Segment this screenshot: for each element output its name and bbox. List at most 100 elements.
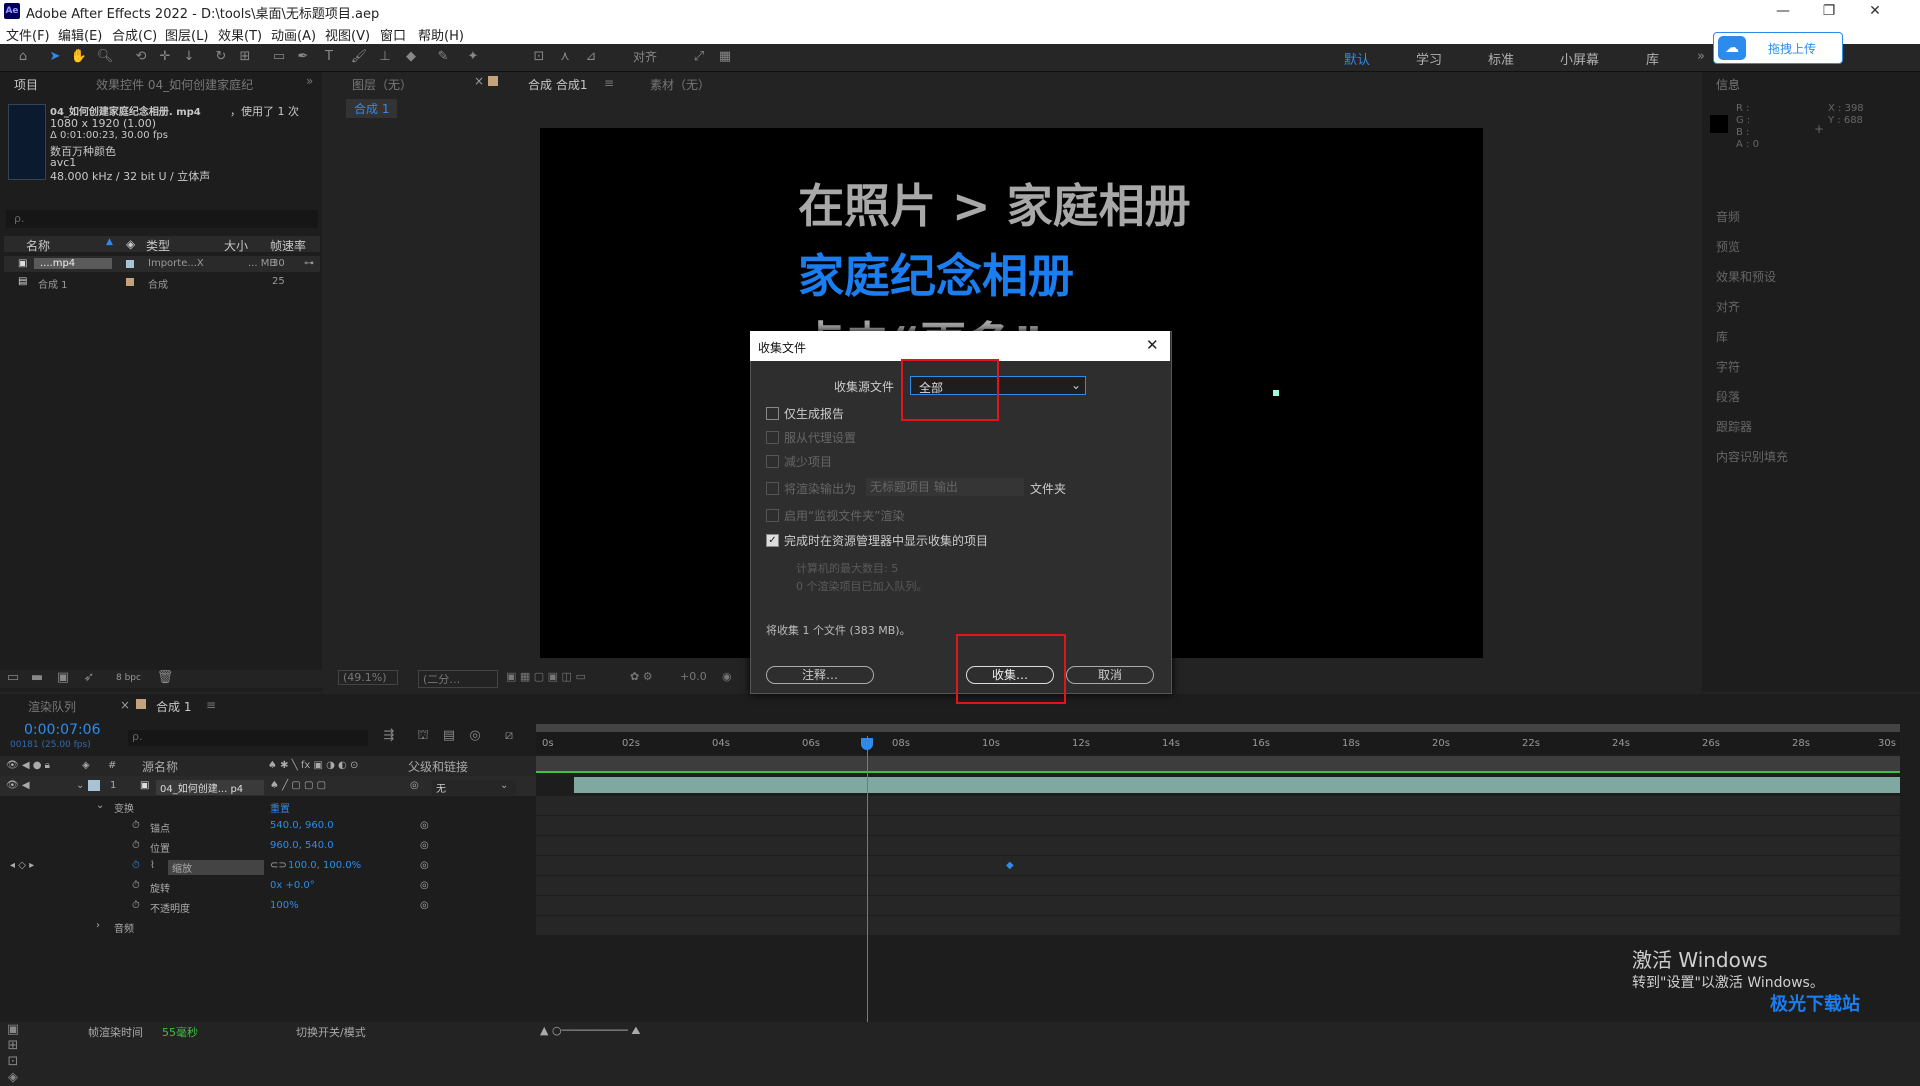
column-name[interactable]: 名称 — [26, 237, 50, 254]
column-type[interactable]: 类型 — [146, 237, 170, 254]
menu-view[interactable]: 视图(V) — [325, 25, 370, 44]
menu-help[interactable]: 帮助(H) — [418, 25, 464, 44]
zoom-select[interactable]: (49.1%) — [338, 670, 398, 685]
snap-grid-icon[interactable]: ▦ — [716, 49, 734, 65]
toggle-icons[interactable]: ▣ ▦ ▢ ▣ ◫ ▭ — [506, 670, 586, 683]
expand-icon[interactable]: ⌄ — [96, 800, 104, 811]
property-value[interactable]: 960.0, 540.0 — [270, 840, 334, 851]
tab-menu-icon[interactable]: ≡ — [604, 76, 614, 90]
work-area-bar[interactable] — [536, 724, 1900, 732]
close-tab-icon[interactable]: × — [474, 74, 484, 88]
status-icons[interactable]: ▣ ⊞ ⊡ ◈ — [4, 1022, 22, 1085]
graph-icon[interactable]: ⌇ — [150, 860, 155, 871]
workspace-small-screen[interactable]: 小屏幕 — [1560, 49, 1599, 68]
stopwatch-icon[interactable]: ⏱︎ — [132, 860, 140, 871]
flowchart-icon[interactable]: ⊶ — [304, 258, 314, 269]
panel-tracker[interactable]: 跟踪器 — [1716, 418, 1752, 435]
panel-align[interactable]: 对齐 — [1716, 298, 1740, 315]
playhead-handle[interactable] — [861, 738, 873, 750]
shy-icon[interactable]: ⛫ — [414, 728, 432, 744]
audio-row[interactable]: › 音频 — [0, 916, 536, 936]
panel-preview[interactable]: 预览 — [1716, 238, 1740, 255]
type-tool-icon[interactable]: T — [320, 49, 338, 65]
snap-icon[interactable]: ⤢ — [690, 49, 708, 65]
tab-menu-icon[interactable]: ≡ — [206, 698, 216, 712]
panel-effects-presets[interactable]: 效果和预设 — [1716, 268, 1776, 285]
report-only-checkbox[interactable] — [766, 407, 779, 420]
snapshot-icon[interactable]: ◉ — [722, 670, 732, 683]
anchor-tool-icon[interactable]: ⊞ — [236, 49, 254, 65]
pickwhip-icon[interactable]: ◎ — [420, 880, 429, 891]
layer-label-color[interactable] — [88, 780, 100, 791]
close-window-button[interactable]: ✕ — [1852, 0, 1898, 22]
cancel-button[interactable]: 取消 — [1066, 666, 1154, 684]
new-folder-icon[interactable]: ▬ — [28, 670, 46, 686]
panel-library[interactable]: 库 — [1716, 328, 1728, 345]
column-source-name[interactable]: 源名称 — [142, 758, 178, 775]
selection-tool-icon[interactable]: ➤ — [46, 49, 64, 65]
render-icon[interactable]: ➶ — [80, 670, 98, 686]
pickwhip-icon[interactable]: ◎ — [420, 860, 429, 871]
interpret-footage-icon[interactable]: ▭ — [4, 670, 22, 686]
layer-switches[interactable]: ♠ ╱ ▢ ▢ ▢ — [270, 780, 326, 791]
timeline-search-input[interactable]: ρ. — [128, 730, 368, 746]
cloud-upload-widget[interactable]: ☁ 拖拽上传 — [1713, 32, 1843, 64]
layer-av-icons[interactable]: 👁︎ ◀ — [6, 780, 30, 791]
color-wheel-icon[interactable]: ✿ ⚙ — [630, 670, 653, 683]
comp-chip[interactable]: 合成 1 — [346, 99, 398, 118]
label-color[interactable] — [126, 260, 134, 268]
rectangle-tool-icon[interactable]: ▭ — [270, 49, 288, 65]
roto-tool-icon[interactable]: ✎ — [434, 49, 452, 65]
menu-composition[interactable]: 合成(C) — [112, 25, 157, 44]
panel-character[interactable]: 字符 — [1716, 358, 1740, 375]
property-value[interactable]: 100.0, 100.0% — [288, 860, 361, 871]
tab-timeline-comp[interactable]: 合成 1 — [156, 698, 191, 715]
minimize-button[interactable]: — — [1760, 0, 1806, 22]
transform-handle[interactable] — [1273, 390, 1279, 396]
layer-bar[interactable] — [574, 777, 1900, 793]
close-tab-icon[interactable]: × — [120, 698, 130, 712]
time-ruler[interactable] — [536, 732, 1900, 754]
exposure-value[interactable]: +0.0 — [680, 670, 707, 683]
render-output-field[interactable]: 无标题项目 输出 — [866, 478, 1024, 496]
tab-footage[interactable]: 素材（无） — [650, 76, 710, 93]
label-color[interactable] — [126, 278, 134, 286]
sort-arrow-icon[interactable]: ▲ — [106, 237, 113, 247]
project-search-input[interactable]: ρ. — [6, 210, 318, 228]
tab-project[interactable]: 项目 — [14, 76, 38, 93]
project-item[interactable]: ▤ 合成 1 合成 25 — [4, 274, 320, 291]
motion-blur-icon[interactable]: ◎ — [466, 728, 484, 744]
workspace-standard[interactable]: 标准 — [1488, 49, 1514, 68]
pickwhip-icon[interactable]: ◎ — [420, 820, 429, 831]
property-value[interactable]: 100% — [270, 900, 299, 911]
panel-content-aware-fill[interactable]: 内容识别填充 — [1716, 448, 1788, 465]
comment-button[interactable]: 注释… — [766, 666, 874, 684]
pickwhip-icon[interactable]: ◎ — [410, 780, 419, 791]
link-icon[interactable]: ⊂⊃ — [270, 860, 287, 871]
zoom-slider[interactable]: ▲ ○────────── ⛰ — [540, 1024, 641, 1038]
keyframe-nav-icons[interactable]: ◂ ◇ ▸ — [10, 860, 34, 871]
project-item[interactable]: ▣ ....mp4 Importe...X ... MB 30 ⊶ — [4, 256, 320, 272]
reduce-project-checkbox[interactable] — [766, 455, 779, 468]
menu-layer[interactable]: 图层(L) — [165, 25, 208, 44]
stopwatch-icon[interactable]: ⏱︎ — [132, 840, 140, 851]
axis-view-icon[interactable]: ⊿ — [582, 49, 600, 65]
pan-tool-icon[interactable]: ✛ — [156, 49, 174, 65]
column-fps[interactable]: 帧速率 — [270, 237, 306, 254]
transform-row[interactable]: ⌄ 变换 重置 — [0, 796, 536, 816]
axis-local-icon[interactable]: ⊡ — [530, 49, 548, 65]
stopwatch-icon[interactable]: ⏱︎ — [132, 880, 140, 891]
watch-folder-checkbox[interactable] — [766, 509, 779, 522]
column-parent[interactable]: 父级和链接 — [408, 758, 468, 775]
expand-icon[interactable]: › — [96, 920, 100, 931]
stopwatch-icon[interactable]: ⏱︎ — [132, 820, 140, 831]
toggle-switches-modes[interactable]: 切换开关/模式 — [296, 1024, 366, 1040]
keyframe-icon[interactable]: ◆ — [1006, 860, 1014, 871]
workspace-default[interactable]: 默认 — [1344, 49, 1370, 68]
tag-icon[interactable]: ◈ — [126, 237, 135, 251]
eraser-tool-icon[interactable]: ◆ — [402, 49, 420, 65]
hand-tool-icon[interactable]: ✋ — [70, 49, 88, 65]
trash-icon[interactable]: 🗑︎ — [156, 670, 174, 686]
graph-editor-icon[interactable]: ⧄ — [500, 728, 518, 744]
panel-menu-icon[interactable]: » — [306, 74, 313, 88]
